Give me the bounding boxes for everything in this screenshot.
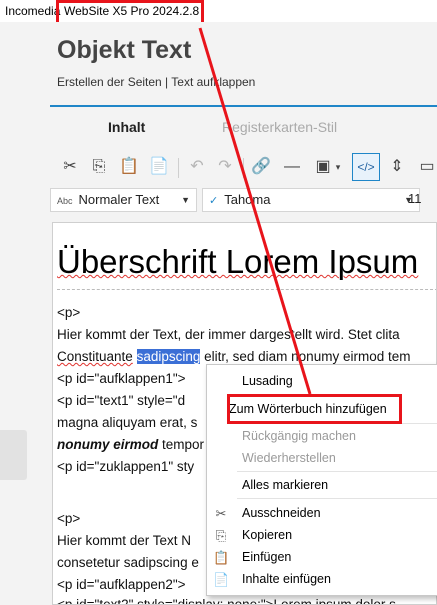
editor-line: <p id="aufklappen2"> [57, 577, 186, 592]
menu-item-cut[interactable]: Ausschneiden [242, 506, 321, 520]
editor-line: <p id="text1" style="d [57, 393, 186, 408]
paste-special-icon: 📄 [213, 572, 230, 587]
editor-line: <p id="aufklappen1"> [57, 371, 186, 386]
menu-item-redo[interactable]: Wiederherstellen [242, 451, 336, 465]
menu-item-paste-special[interactable]: Inhalte einfügen [242, 572, 331, 586]
editor-line: nonumy eirmod tempor [57, 437, 205, 452]
editor-line: Hier kommt der Text N [57, 533, 192, 548]
cut-icon[interactable]: ✂ [59, 156, 81, 178]
editor-heading: Überschrift Lorem Ipsum [57, 243, 419, 280]
font-size-select[interactable]: 11 [408, 188, 437, 212]
tab-registerkarten-stil[interactable]: Registerkarten-Stil [222, 119, 337, 135]
editor-line: <p id="text2" style="display: none;">Lor… [57, 597, 396, 605]
font-value: Tahoma [224, 192, 271, 207]
tab-inhalt[interactable]: Inhalt [108, 119, 145, 135]
menu-item-undo[interactable]: Rückgängig machen [242, 429, 356, 443]
check-icon: ✓ [209, 195, 219, 207]
redo-icon[interactable]: ↷ [214, 156, 236, 178]
paste-text-icon[interactable]: 📄 [148, 156, 170, 178]
editor-line: <p> [57, 511, 81, 526]
breadcrumb: Erstellen der Seiten | Text aufklappen [57, 75, 256, 89]
menu-divider [237, 498, 437, 499]
selected-word: sadipscing [136, 349, 201, 364]
editor-line: Constituante sadipscing elitr, sed diam … [57, 349, 411, 364]
table-icon[interactable]: ▭ [416, 156, 437, 178]
page-title: Objekt Text [57, 36, 192, 64]
font-size-value: 11 [408, 191, 422, 206]
chevron-down-icon: ▼ [181, 195, 190, 205]
toolbar-separator [178, 158, 179, 178]
editor-line: magna aliquyam erat, s [57, 415, 198, 430]
editor-toolbar: ✂ ⎘ 📋 📄 ↶ ↷ 🔗 — ▣ ▾ </> ⇕ ▭ [50, 152, 437, 184]
paste-icon: 📋 [213, 550, 230, 565]
page-break-line [57, 289, 436, 290]
toolbar-separator [243, 158, 244, 178]
collapsed-side-panel[interactable] [0, 430, 27, 480]
editor-line: Hier kommt der Text, der immer dargestel… [57, 327, 400, 342]
menu-item-copy[interactable]: Kopieren [242, 528, 292, 542]
scissors-icon: ✂ [215, 506, 227, 521]
html-source-icon[interactable]: </> [352, 153, 380, 181]
editor-line: consetetur sadipscing e [57, 555, 199, 570]
menu-divider [237, 471, 437, 472]
editor-line: <p> [57, 305, 81, 320]
editor-line: <p id="zuklappen1" sty [57, 459, 195, 474]
paragraph-style-select[interactable]: Abc Normaler Text ▼ [50, 188, 197, 212]
horizontal-line-icon[interactable]: — [281, 156, 303, 178]
copy-icon[interactable]: ⎘ [88, 156, 110, 178]
paragraph-style-value: Normaler Text [78, 192, 160, 207]
paste-icon[interactable]: 📋 [118, 156, 140, 178]
format-bar: Abc Normaler Text ▼ ✓ Tahoma ▼ 11 [50, 188, 437, 214]
image-dropdown-icon[interactable]: ▾ [333, 156, 343, 178]
annotation-highlight-menu-item [227, 394, 402, 424]
image-icon[interactable]: ▣ [312, 156, 334, 178]
menu-item-paste[interactable]: Einfügen [242, 550, 291, 564]
menu-item-suggestion[interactable]: Lusading [242, 374, 293, 388]
window-app-prefix: Incomedia [5, 4, 61, 18]
link-icon[interactable]: 🔗 [250, 156, 272, 178]
vertical-fit-icon[interactable]: ⇕ [386, 156, 408, 178]
font-select[interactable]: ✓ Tahoma ▼ [202, 188, 420, 212]
copy-icon: ⎘ [215, 528, 227, 543]
tab-bar: Inhalt Registerkarten-Stil [50, 105, 437, 147]
style-preview-icon: Abc [57, 196, 73, 206]
undo-icon[interactable]: ↶ [186, 156, 208, 178]
menu-item-select-all[interactable]: Alles markieren [242, 478, 328, 492]
